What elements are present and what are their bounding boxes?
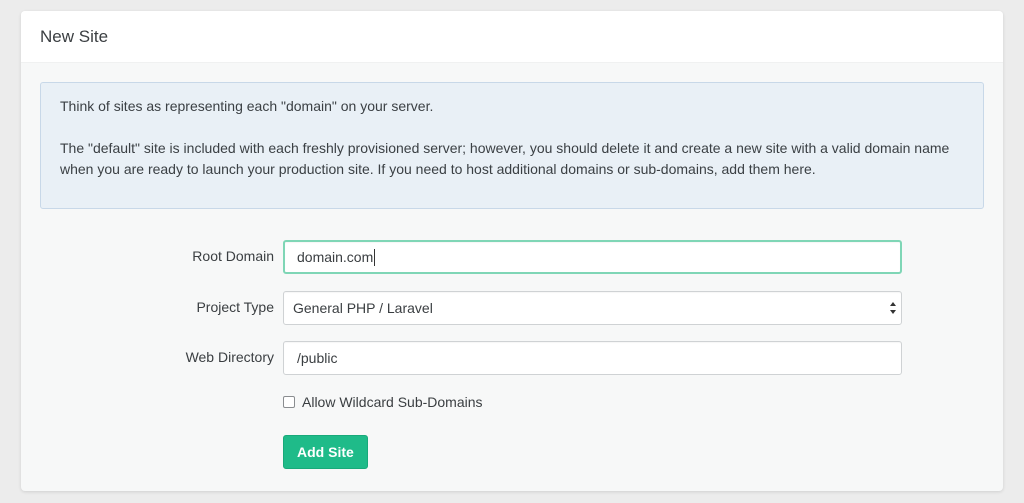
add-site-button[interactable]: Add Site [283,435,368,469]
wildcard-row[interactable]: Allow Wildcard Sub-Domains [283,394,483,410]
wildcard-label: Allow Wildcard Sub-Domains [302,394,483,410]
panel-header: New Site [21,11,1003,63]
text-caret [374,248,376,266]
project-type-label: Project Type [196,299,274,315]
wildcard-checkbox[interactable] [283,396,295,408]
root-domain-input[interactable]: domain.com [283,240,902,274]
root-domain-value: domain.com [297,249,374,265]
panel-body: Think of sites as representing each "dom… [21,63,1003,469]
web-directory-value: /public [297,350,338,366]
info-paragraph-2: The "default" site is included with each… [60,140,950,177]
web-directory-input[interactable]: /public [283,341,902,375]
project-type-value: General PHP / Laravel [293,300,433,316]
root-domain-label: Root Domain [192,248,274,264]
panel-title: New Site [40,26,109,46]
up-down-chevron-icon [890,302,896,314]
info-paragraph-1: Think of sites as representing each "dom… [60,98,434,114]
new-site-panel: New Site Think of sites as representing … [21,11,1003,491]
info-box: Think of sites as representing each "dom… [40,82,984,209]
web-directory-label: Web Directory [185,349,274,365]
project-type-select[interactable]: General PHP / Laravel [283,291,902,325]
